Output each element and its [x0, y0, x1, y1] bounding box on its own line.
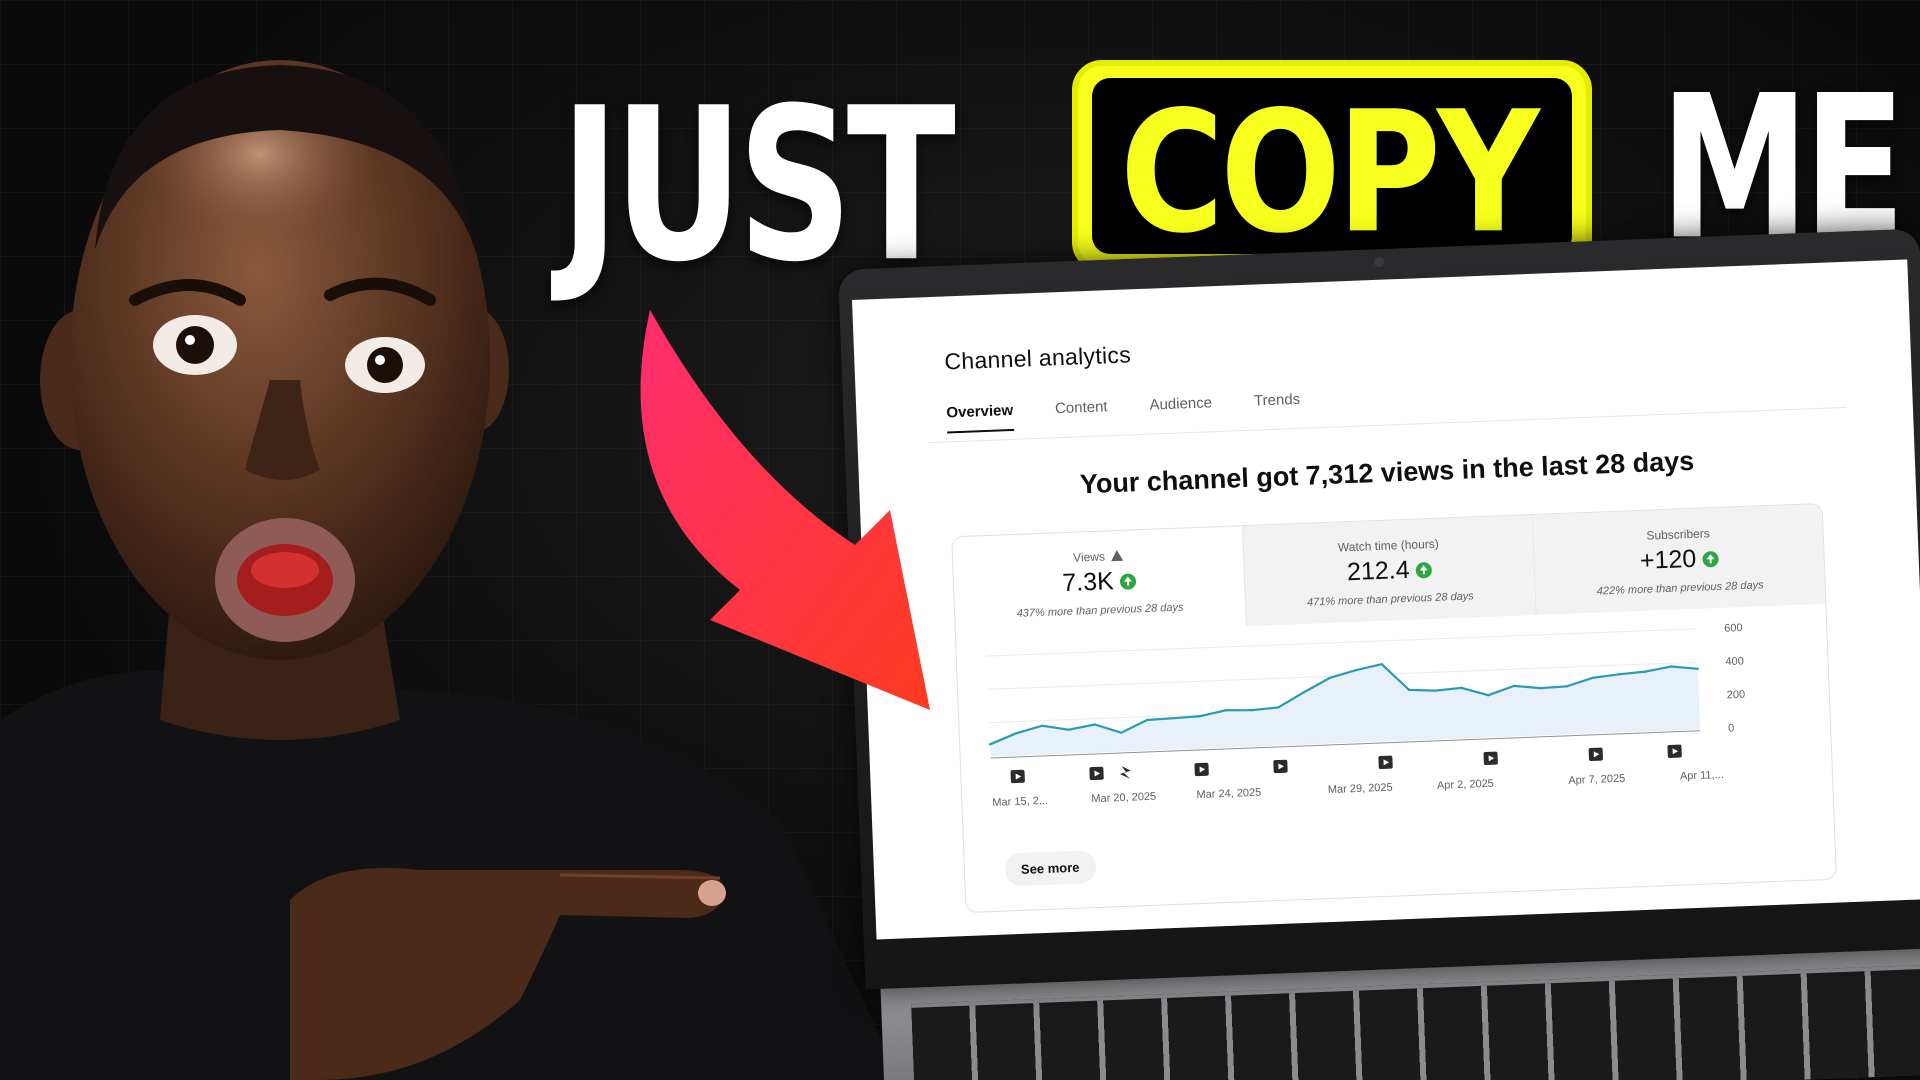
x-tick-label: Apr 7, 2025	[1568, 773, 1625, 787]
warning-icon	[1110, 549, 1124, 562]
stat-tile-views[interactable]: Views 7.3K 437% more than previous 28 da…	[952, 526, 1246, 637]
stat-change: 437% more than previous 28 days	[1016, 601, 1184, 620]
pointer-arrow-icon	[640, 310, 930, 710]
page-title: Channel analytics	[943, 341, 1132, 375]
x-tick-label: Mar 15, 2...	[992, 795, 1048, 809]
y-tick-label: 400	[1725, 655, 1744, 668]
stat-value: +120	[1639, 544, 1697, 575]
shorts-icon	[1119, 765, 1131, 779]
tab-audience[interactable]: Audience	[1149, 394, 1213, 425]
tab-overview[interactable]: Overview	[946, 402, 1014, 434]
x-tick-label: Apr 2, 2025	[1437, 778, 1494, 792]
y-tick-label: 200	[1727, 689, 1746, 702]
x-tick-label: Apr 11,...	[1680, 769, 1724, 783]
stat-tile-subscribers[interactable]: Subscribers +120 422% more than previous…	[1531, 503, 1826, 615]
camera-icon	[1373, 257, 1385, 268]
summary-headline: Your channel got 7,312 views in the last…	[1079, 445, 1695, 500]
stat-value-row: +120	[1534, 540, 1824, 580]
stat-label: Views	[1072, 549, 1106, 565]
tab-trends[interactable]: Trends	[1254, 391, 1301, 422]
headline-word-copy: COPY	[1120, 78, 1540, 254]
y-tick-label: 0	[1728, 722, 1735, 734]
thumbnail-canvas: JUST COPY ME Channel analytics Overview …	[0, 0, 1920, 1080]
x-tick-label: Mar 29, 2025	[1328, 782, 1393, 796]
stat-value: 7.3K	[1061, 567, 1115, 598]
headline-highlight-inner: COPY	[1092, 78, 1572, 254]
x-tick-label: Mar 20, 2025	[1091, 791, 1156, 805]
x-tick-label: Mar 24, 2025	[1196, 787, 1261, 801]
arrow-up-icon	[1701, 550, 1719, 568]
headline-word-just: JUST	[560, 61, 956, 309]
headline-highlight: COPY	[1072, 60, 1592, 272]
stat-value: 212.4	[1346, 555, 1411, 587]
stat-change: 422% more than previous 28 days	[1596, 579, 1764, 598]
arrow-up-icon	[1119, 572, 1137, 590]
tab-content[interactable]: Content	[1055, 398, 1109, 429]
y-tick-label: 600	[1724, 622, 1743, 635]
stats-card: Views 7.3K 437% more than previous 28 da…	[951, 502, 1837, 914]
analytics-tabs: Overview Content Audience Trends	[946, 391, 1301, 434]
views-chart: 600 400 200 0 Mar 15, 2... Mar 20, 2025 Mar 24…	[986, 622, 1746, 809]
grid-line	[986, 628, 1697, 657]
stat-change: 471% more than previous 28 days	[1306, 590, 1475, 609]
arrow-up-icon	[1415, 561, 1432, 579]
stat-value-row: 7.3K	[954, 562, 1245, 602]
stat-tile-watch-time[interactable]: Watch time (hours) 212.4 471% more than …	[1241, 515, 1536, 627]
stat-value-row: 212.4	[1244, 551, 1534, 591]
see-more-button[interactable]: See more	[1004, 850, 1097, 887]
series-area	[990, 664, 1701, 757]
laptop-screen: Channel analytics Overview Content Audie…	[852, 259, 1920, 940]
keyboard-keys	[911, 964, 1920, 1080]
